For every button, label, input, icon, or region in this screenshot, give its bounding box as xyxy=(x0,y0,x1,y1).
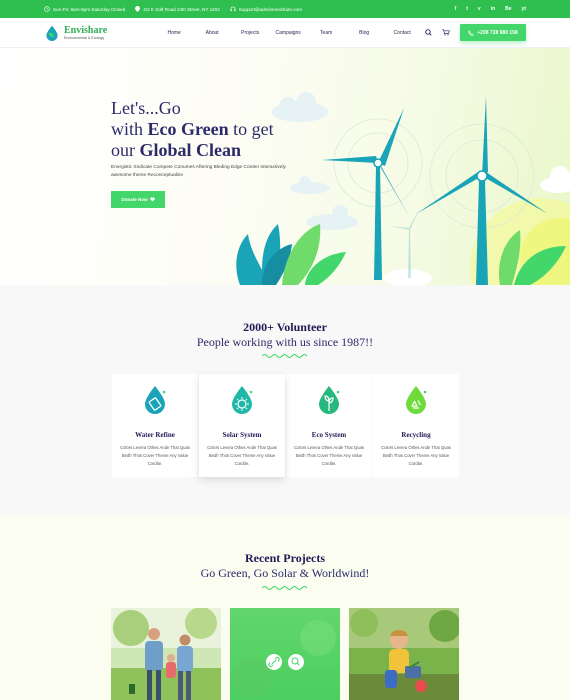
card-description: Colors Levera Othes Ande That Quas Bedh … xyxy=(294,445,364,466)
project-image-overlay[interactable] xyxy=(230,608,340,700)
logo-name: Envishare xyxy=(64,24,108,36)
phone-icon xyxy=(468,29,475,36)
squiggle-divider xyxy=(262,586,308,590)
address-info: 4/2 K Soft Road 24th Street, NY 1202 xyxy=(135,6,220,12)
projects-title: Recent Projects xyxy=(244,551,326,565)
logo-tagline: Environmental & Ecology xyxy=(64,35,105,40)
twitter-icon[interactable]: t xyxy=(466,6,468,12)
main-nav: Envishare Environmental & Ecology Home A… xyxy=(0,18,570,48)
service-card-solar-system[interactable]: Solar System Colors Levera Othes Ande Th… xyxy=(199,374,285,477)
donate-button[interactable]: Donate Now xyxy=(111,191,165,208)
zoom-icon xyxy=(288,654,304,670)
service-card-recycling[interactable]: Recycling Colors Levera Othes Ande That … xyxy=(373,374,459,477)
solar-drop-icon xyxy=(232,386,253,414)
menu-item-blog[interactable]: Blog xyxy=(345,30,383,36)
project-image-family[interactable] xyxy=(111,608,221,700)
volunteer-section: 2000+ Volunteer People working with us s… xyxy=(0,285,570,515)
phone-number: +208 728 980 158 xyxy=(477,29,518,36)
link-icon xyxy=(266,654,282,670)
hero-line-1: Let's...Go xyxy=(111,98,181,118)
project-image-kid[interactable] xyxy=(349,608,459,700)
donate-label: Donate Now xyxy=(121,197,148,202)
projects-section: Recent Projects Go Green, Go Solar & Wor… xyxy=(0,515,570,700)
menu-item-contact[interactable]: Contact xyxy=(383,30,421,36)
address-text: 4/2 K Soft Road 24th Street, NY 1202 xyxy=(143,6,220,12)
projects-subtitle: Go Green, Go Solar & Worldwind! xyxy=(200,566,370,580)
menu-item-team[interactable]: Team xyxy=(307,30,345,36)
menu-item-projects[interactable]: Projects xyxy=(231,30,269,36)
hero-line-3-pre: our xyxy=(111,140,140,160)
card-title: Water Refine xyxy=(135,431,175,439)
service-card-water-refine[interactable]: Water Refine Colors Levera Othes Ande Th… xyxy=(112,374,198,477)
email-text[interactable]: Support@adminenvishare.com xyxy=(239,7,302,12)
volunteer-title: 2000+ Volunteer xyxy=(243,320,327,334)
menu-item-home[interactable]: Home xyxy=(155,30,193,36)
hero-section: Let's...Go with Eco Green to get our Glo… xyxy=(0,48,570,285)
recycle-drop-icon xyxy=(406,386,427,414)
location-pin-icon xyxy=(135,6,141,12)
heart-icon xyxy=(149,197,155,202)
menu: Home About Projects Campaigns Team Blog … xyxy=(155,30,421,36)
hero-line-2-bold: Eco Green xyxy=(147,119,229,139)
service-cards: Water Refine Colors Levera Othes Ande Th… xyxy=(112,374,460,477)
nav-icons xyxy=(425,29,450,36)
water-drop-icon xyxy=(145,386,166,414)
cart-icon[interactable] xyxy=(442,29,450,36)
clock-icon xyxy=(44,6,50,12)
headset-icon xyxy=(230,6,236,12)
hours-text: Sun-Fri: 9am-6pm Saturday Closed xyxy=(53,6,126,12)
card-title: Eco System xyxy=(311,431,347,439)
card-title: Recycling xyxy=(401,431,431,439)
card-title: Solar System xyxy=(222,431,262,439)
squiggle-divider xyxy=(262,354,308,358)
search-icon[interactable] xyxy=(425,29,432,36)
behance-icon[interactable]: Be xyxy=(505,6,511,12)
email-info[interactable]: Support@adminenvishare.com xyxy=(230,6,302,12)
volunteer-subtitle: People working with us since 1987!! xyxy=(196,335,374,349)
top-info-bar: Sun-Fri: 9am-6pm Saturday Closed 4/2 K S… xyxy=(0,0,570,18)
card-description: Colors Levera Othes Ande That Quas Bedh … xyxy=(381,445,451,466)
menu-item-about[interactable]: About xyxy=(193,30,231,36)
phone-button[interactable]: +208 728 980 158 xyxy=(460,24,526,41)
hero-line-3-bold: Global Clean xyxy=(139,140,242,160)
card-description: Colors Levera Othes Ande That Quas Bedh … xyxy=(207,445,277,466)
logo[interactable]: Envishare Environmental & Ecology xyxy=(44,25,107,41)
social-links: f t v in Be yt xyxy=(455,6,526,12)
leaf-drop-logo-icon xyxy=(46,25,58,41)
service-card-eco-system[interactable]: Eco System Colors Levera Othes Ande That… xyxy=(286,374,372,477)
facebook-icon[interactable]: f xyxy=(455,6,457,12)
hero-line-2-pre: with xyxy=(111,119,148,139)
hours-info: Sun-Fri: 9am-6pm Saturday Closed xyxy=(44,6,125,12)
linkedin-icon[interactable]: in xyxy=(491,6,495,12)
eco-drop-icon xyxy=(319,386,340,414)
card-description: Colors Levera Othes Ande That Quas Bedh … xyxy=(120,445,190,466)
hero-description: Energistic Sndicate Compete Conumes Afte… xyxy=(111,165,286,178)
youtube-icon[interactable]: yt xyxy=(522,6,526,12)
vimeo-icon[interactable]: v xyxy=(478,6,481,12)
hero-line-2-post: to get xyxy=(228,119,274,139)
menu-item-campaigns[interactable]: Campaigns xyxy=(269,30,307,36)
hero-heading: Let's...Go with Eco Green to get our Glo… xyxy=(111,98,274,161)
